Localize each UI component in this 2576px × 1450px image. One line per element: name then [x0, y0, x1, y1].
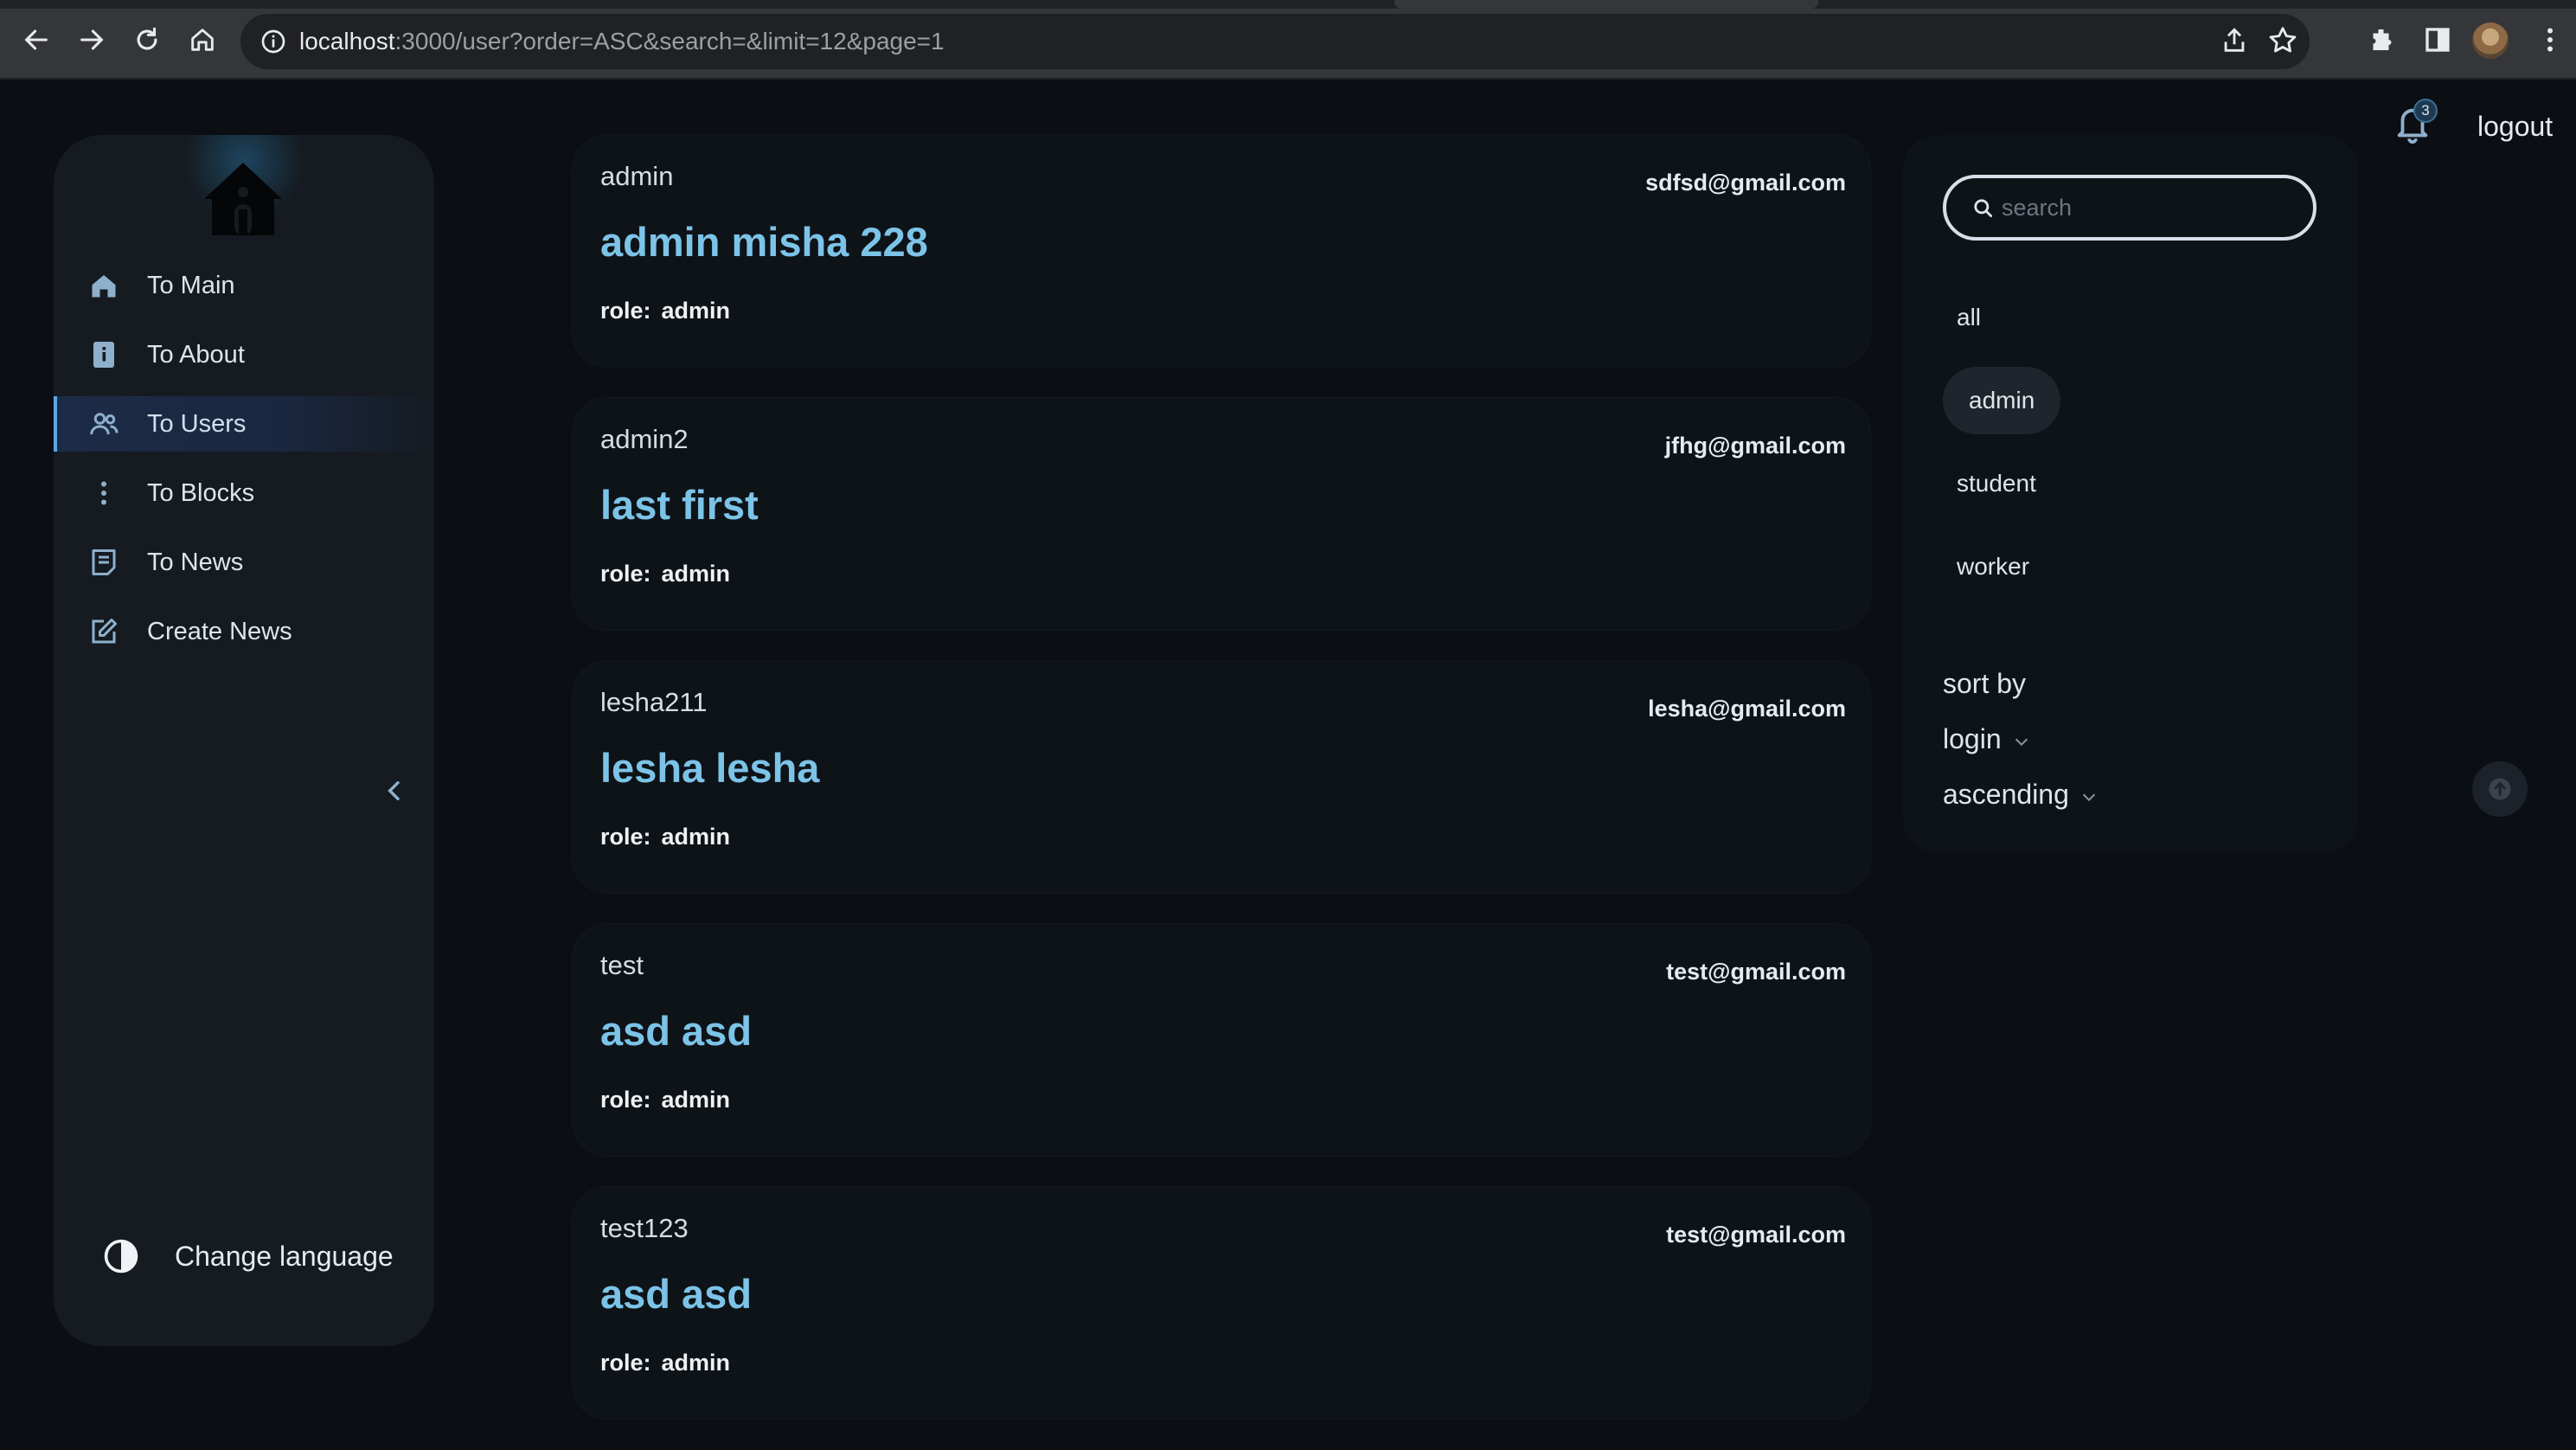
profile-avatar[interactable]	[2472, 22, 2509, 59]
user-role: role: admin	[600, 1087, 731, 1113]
user-card[interactable]: lesha211 lesha@gmail.com lesha lesha rol…	[573, 661, 1870, 893]
sidebar-item-label: To Users	[147, 410, 247, 438]
tab-all[interactable]: all	[1943, 284, 2007, 351]
user-login: lesha211	[600, 687, 708, 717]
vertical-dots-icon	[101, 481, 106, 505]
sidebar-item-label: Create News	[147, 618, 292, 645]
user-email: sdfsd@gmail.com	[1645, 170, 1846, 196]
filters-panel: all admin student worker sort by login a…	[1903, 135, 2358, 853]
side-panel-icon[interactable]	[2419, 21, 2457, 59]
sort-order-select[interactable]: ascending	[1943, 779, 2099, 811]
sort-field-value: login	[1943, 723, 2002, 754]
user-email: jfhg@gmail.com	[1664, 433, 1846, 459]
back-icon[interactable]	[17, 21, 55, 59]
user-full-name[interactable]: admin misha 228	[600, 218, 928, 266]
user-card[interactable]: admin2 jfhg@gmail.com last first role: ad…	[573, 398, 1870, 630]
url-text[interactable]: localhost:3000/user?order=ASC&search=&li…	[299, 14, 945, 69]
sidebar-item-news[interactable]: To News	[54, 535, 434, 590]
sidebar-item-create-news[interactable]: Create News	[54, 604, 434, 659]
forward-icon[interactable]	[73, 21, 111, 59]
collapse-sidebar-chevron-icon[interactable]	[381, 777, 408, 805]
tab-student[interactable]: student	[1943, 450, 2062, 517]
sidebar-nav: To Main To About To Users To Blocks To N…	[54, 258, 434, 673]
house-logo-icon[interactable]	[201, 161, 285, 237]
search-icon	[1974, 199, 1993, 218]
arrow-up-icon	[2489, 778, 2511, 800]
role-tabs: all admin student worker	[1943, 284, 2202, 616]
user-role: role: admin	[600, 298, 731, 324]
theme-contrast-icon	[104, 1239, 138, 1274]
user-full-name[interactable]: lesha lesha	[600, 744, 819, 792]
user-email: test@gmail.com	[1666, 959, 1846, 985]
sidebar-item-about[interactable]: To About	[54, 327, 434, 382]
user-role: role: admin	[600, 1350, 731, 1376]
user-card[interactable]: test test@gmail.com asd asd role: admin	[573, 924, 1870, 1156]
scroll-to-top-button[interactable]	[2472, 761, 2528, 817]
tab-strip	[0, 0, 2576, 9]
info-book-icon	[93, 342, 114, 368]
user-card[interactable]: admin sdfsd@gmail.com admin misha 228 ro…	[573, 135, 1870, 367]
sort-by-label: sort by	[1943, 668, 2027, 699]
chevron-down-icon	[2082, 793, 2096, 801]
notification-count-badge: 3	[2413, 99, 2438, 123]
edit-icon	[92, 619, 117, 644]
users-icon	[90, 413, 119, 435]
user-role: role: admin	[600, 824, 731, 850]
user-full-name[interactable]: asd asd	[600, 1007, 752, 1055]
bookmark-star-icon[interactable]	[2266, 24, 2299, 57]
sidebar: To Main To About To Users To Blocks To N…	[54, 135, 434, 1346]
change-language-label: Change language	[175, 1240, 394, 1272]
change-language-button[interactable]: Change language	[102, 1235, 394, 1277]
browser-toolbar: localhost:3000/user?order=ASC&search=&li…	[0, 0, 2576, 80]
news-icon	[92, 549, 116, 575]
sidebar-item-main[interactable]: To Main	[54, 258, 434, 313]
user-login: admin2	[600, 424, 689, 454]
user-email: lesha@gmail.com	[1648, 696, 1846, 722]
user-login: admin	[600, 161, 674, 191]
sidebar-item-label: To News	[147, 549, 244, 576]
address-bar[interactable]: localhost:3000/user?order=ASC&search=&li…	[240, 14, 2310, 69]
search-input[interactable]	[2002, 187, 2296, 228]
logout-button[interactable]: logout	[2477, 111, 2553, 143]
user-login: test	[600, 950, 644, 980]
sidebar-item-label: To Blocks	[147, 479, 255, 507]
sidebar-item-blocks[interactable]: To Blocks	[54, 465, 434, 521]
app-page: To Main To About To Users To Blocks To N…	[0, 81, 2576, 1419]
user-login: test123	[600, 1213, 689, 1243]
sidebar-item-label: To About	[147, 341, 245, 369]
user-full-name[interactable]: asd asd	[600, 1270, 752, 1318]
share-icon[interactable]	[2220, 26, 2249, 55]
sidebar-item-label: To Main	[147, 272, 235, 299]
search-box[interactable]	[1943, 175, 2316, 241]
home-browser-icon[interactable]	[183, 21, 221, 59]
user-full-name[interactable]: last first	[600, 481, 759, 529]
reload-icon[interactable]	[128, 21, 166, 59]
site-info-icon[interactable]	[260, 28, 287, 55]
sort-order-value: ascending	[1943, 779, 2069, 810]
user-role: role: admin	[600, 561, 731, 587]
sidebar-item-users[interactable]: To Users	[54, 396, 434, 452]
sort-field-select[interactable]: login	[1943, 723, 2031, 755]
user-email: test@gmail.com	[1666, 1222, 1846, 1248]
user-card[interactable]: test123 test@gmail.com asd asd role: admi…	[573, 1187, 1870, 1419]
extensions-icon[interactable]	[2363, 21, 2401, 59]
browser-menu-icon[interactable]	[2531, 21, 2569, 59]
active-tab[interactable]	[1394, 0, 1818, 9]
tab-worker[interactable]: worker	[1943, 533, 2055, 600]
chevron-down-icon	[2015, 738, 2028, 746]
user-list: admin sdfsd@gmail.com admin misha 228 ro…	[573, 135, 1870, 1450]
home-icon	[92, 275, 116, 298]
tab-admin[interactable]: admin	[1943, 367, 2061, 434]
